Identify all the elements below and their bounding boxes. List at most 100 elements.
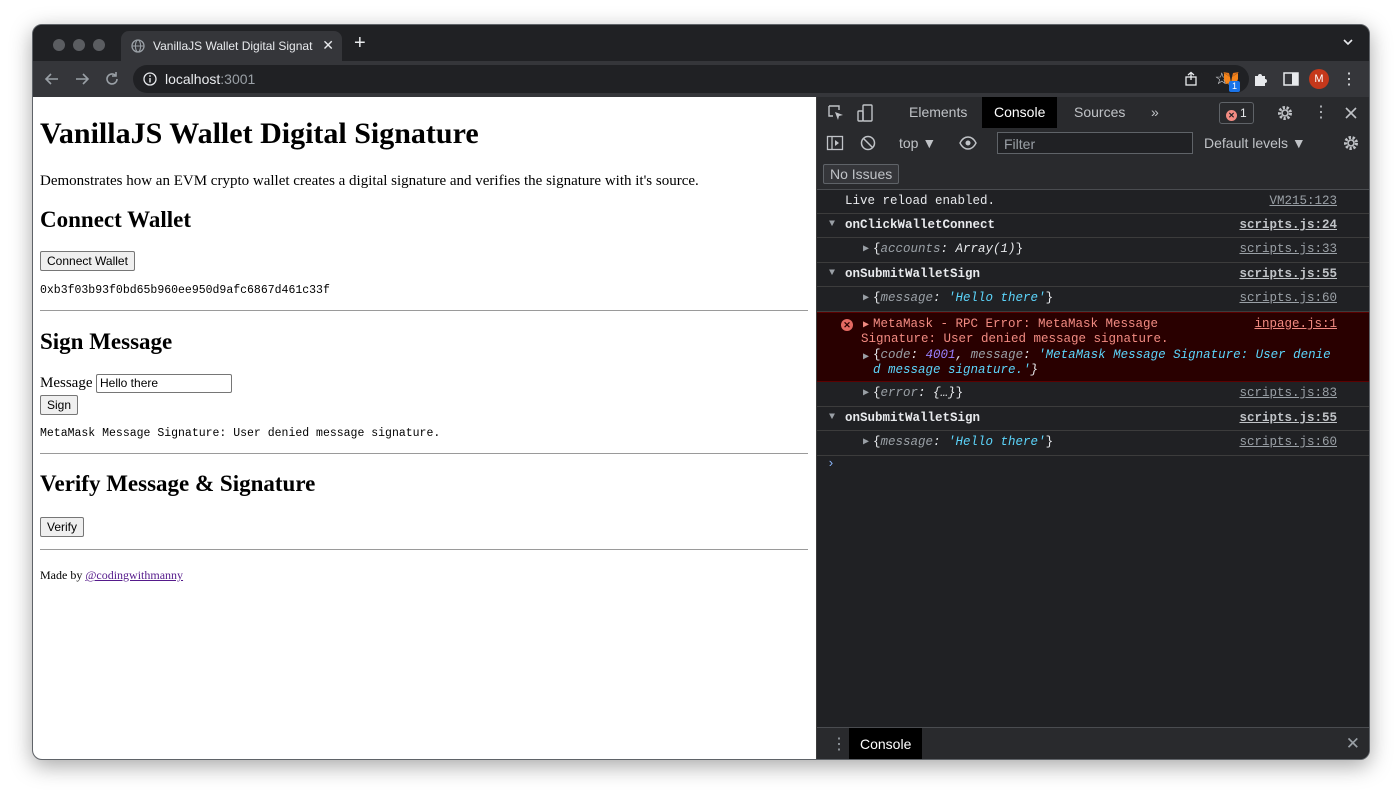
live-expression-eye-icon[interactable] xyxy=(959,134,977,152)
context-selector[interactable]: top ▼ xyxy=(899,135,936,151)
devtools-more-tabs-icon[interactable]: » xyxy=(1139,97,1171,128)
extensions-puzzle-icon[interactable] xyxy=(1251,69,1271,89)
share-icon[interactable] xyxy=(1183,71,1199,87)
source-link[interactable]: scripts.js:55 xyxy=(1239,267,1337,281)
console-filter-input[interactable]: Filter xyxy=(997,132,1193,154)
error-icon: ✕ xyxy=(1226,110,1237,121)
collapse-triangle-icon[interactable]: ▼ xyxy=(829,268,835,279)
device-toolbar-icon[interactable] xyxy=(857,104,875,122)
console-group[interactable]: ▼ onClickWalletConnect scripts.js:24 xyxy=(817,214,1369,238)
tab-close-icon[interactable]: ✕ xyxy=(322,37,334,54)
site-info-icon[interactable] xyxy=(143,72,157,86)
reload-icon[interactable] xyxy=(103,70,121,88)
connect-wallet-button[interactable]: Connect Wallet xyxy=(40,251,135,271)
source-link[interactable]: VM215:123 xyxy=(1269,194,1337,208)
browser-menu-icon[interactable]: ⋮ xyxy=(1341,69,1357,89)
message-input[interactable]: Hello there xyxy=(96,374,232,393)
expand-triangle-icon[interactable]: ▶ xyxy=(863,292,869,304)
drawer-tab-console[interactable]: Console xyxy=(849,728,923,759)
object-value: {…} xyxy=(933,386,956,400)
verify-button[interactable]: Verify xyxy=(40,517,85,537)
error-object-line1[interactable]: {code: 4001, message: 'MetaMask Message … xyxy=(873,348,1331,362)
source-link[interactable]: scripts.js:83 xyxy=(1239,386,1337,400)
console-error[interactable]: ✕ ▶ MetaMask - RPC Error: MetaMask Messa… xyxy=(817,312,1369,382)
object-key: message xyxy=(880,435,934,449)
log-levels-dropdown[interactable]: Default levels ▼ xyxy=(1204,135,1306,151)
collapse-triangle-icon[interactable]: ▼ xyxy=(829,219,835,230)
no-issues-button[interactable]: No Issues xyxy=(823,164,900,184)
new-tab-button[interactable]: + xyxy=(354,32,366,55)
source-link[interactable]: scripts.js:33 xyxy=(1239,242,1337,256)
expand-triangle-icon[interactable]: ▶ xyxy=(863,319,869,331)
close-devtools-icon[interactable] xyxy=(1342,104,1360,122)
error-count-badge[interactable]: ✕ 1 xyxy=(1219,102,1254,124)
console-group[interactable]: ▼ onSubmitWalletSign scripts.js:55 xyxy=(817,407,1369,431)
close-drawer-icon[interactable]: ✕ xyxy=(1346,734,1360,754)
web-page: VanillaJS Wallet Digital Signature Demon… xyxy=(33,97,816,759)
devtools-tab-console[interactable]: Console xyxy=(982,97,1058,128)
object-value: 4001 xyxy=(925,348,956,362)
logged-object[interactable]: {message: 'Hello there'} xyxy=(873,435,1053,449)
logged-object[interactable]: {error: {…}} xyxy=(873,386,963,400)
forward-arrow-icon[interactable] xyxy=(73,70,91,88)
url-host: localhost xyxy=(165,71,221,87)
object-key: accounts xyxy=(880,242,941,256)
console-message[interactable]: ▶ {error: {…}} scripts.js:83 xyxy=(817,382,1369,407)
error-object-line2: d message signature.'} xyxy=(873,363,1039,377)
error-count: 1 xyxy=(1240,106,1247,120)
settings-gear-icon[interactable] xyxy=(1276,104,1294,122)
author-link[interactable]: @codingwithmanny xyxy=(85,568,183,582)
devtools-tab-sources[interactable]: Sources xyxy=(1062,97,1137,128)
address-bar[interactable]: localhost:3001 ☆ xyxy=(133,65,1249,93)
object-value: 'Hello there' xyxy=(948,291,1046,305)
tab-search-chevron-icon[interactable] xyxy=(1341,35,1355,49)
inspect-element-icon[interactable] xyxy=(827,104,845,122)
console-message[interactable]: ▶ {message: 'Hello there'} scripts.js:60 xyxy=(817,431,1369,456)
expand-triangle-icon[interactable]: ▶ xyxy=(863,387,869,399)
page-description: Demonstrates how an EVM crypto wallet cr… xyxy=(40,173,699,189)
error-icon: ✕ xyxy=(841,319,853,331)
expand-triangle-icon[interactable]: ▶ xyxy=(863,243,869,255)
footer-prefix: Made by xyxy=(40,568,86,582)
source-link[interactable]: scripts.js:60 xyxy=(1239,291,1337,305)
side-panel-icon[interactable] xyxy=(1281,69,1301,89)
source-link[interactable]: scripts.js:55 xyxy=(1239,411,1337,425)
object-key: code xyxy=(880,348,911,362)
devtools-menu-icon[interactable]: ⋮ xyxy=(1313,102,1329,122)
devtools-tab-elements[interactable]: Elements xyxy=(897,97,979,128)
group-name: onSubmitWalletSign xyxy=(845,411,981,425)
console-settings-gear-icon[interactable] xyxy=(1342,134,1360,152)
expand-triangle-icon[interactable]: ▶ xyxy=(863,436,869,448)
console-message[interactable]: ▶ {message: 'Hello there'} scripts.js:60 xyxy=(817,287,1369,312)
object-value: Array(1) xyxy=(955,242,1016,256)
source-link[interactable]: inpage.js:1 xyxy=(1254,317,1337,331)
logged-object[interactable]: {accounts: Array(1)} xyxy=(873,242,1023,256)
source-link[interactable]: scripts.js:24 xyxy=(1239,218,1337,232)
profile-avatar[interactable]: M xyxy=(1309,69,1329,89)
expand-triangle-icon[interactable]: ▶ xyxy=(863,351,869,363)
error-text-line2: Signature: User denied message signature… xyxy=(861,332,1169,346)
clear-console-icon[interactable] xyxy=(859,134,877,152)
message-label: Message xyxy=(40,375,93,391)
console-message[interactable]: ▶ {accounts: Array(1)} scripts.js:33 xyxy=(817,238,1369,263)
back-arrow-icon[interactable] xyxy=(43,70,61,88)
browser-tab[interactable]: VanillaJS Wallet Digital Signatu ✕ xyxy=(121,31,342,61)
show-sidebar-icon[interactable] xyxy=(826,134,844,152)
logged-object[interactable]: {message: 'Hello there'} xyxy=(873,291,1053,305)
window-zoom-dot[interactable] xyxy=(93,39,105,51)
object-key: message xyxy=(970,348,1024,362)
drawer-menu-icon[interactable]: ⋮ xyxy=(831,734,847,754)
window-close-dot[interactable] xyxy=(53,39,65,51)
connect-wallet-heading: Connect Wallet xyxy=(40,207,191,232)
sign-button[interactable]: Sign xyxy=(40,395,79,415)
divider xyxy=(40,549,808,550)
window-minimize-dot[interactable] xyxy=(73,39,85,51)
error-text-line1: MetaMask - RPC Error: MetaMask Message xyxy=(873,317,1159,331)
browser-toolbar: localhost:3001 ☆ 1 M ⋮ xyxy=(33,61,1369,97)
console-prompt[interactable]: › xyxy=(817,456,1369,480)
object-value-continued: d message signature.' xyxy=(873,363,1031,377)
collapse-triangle-icon[interactable]: ▼ xyxy=(829,412,835,423)
console-group[interactable]: ▼ onSubmitWalletSign scripts.js:55 xyxy=(817,263,1369,287)
source-link[interactable]: scripts.js:60 xyxy=(1239,435,1337,449)
url-text: localhost:3001 xyxy=(165,71,255,87)
